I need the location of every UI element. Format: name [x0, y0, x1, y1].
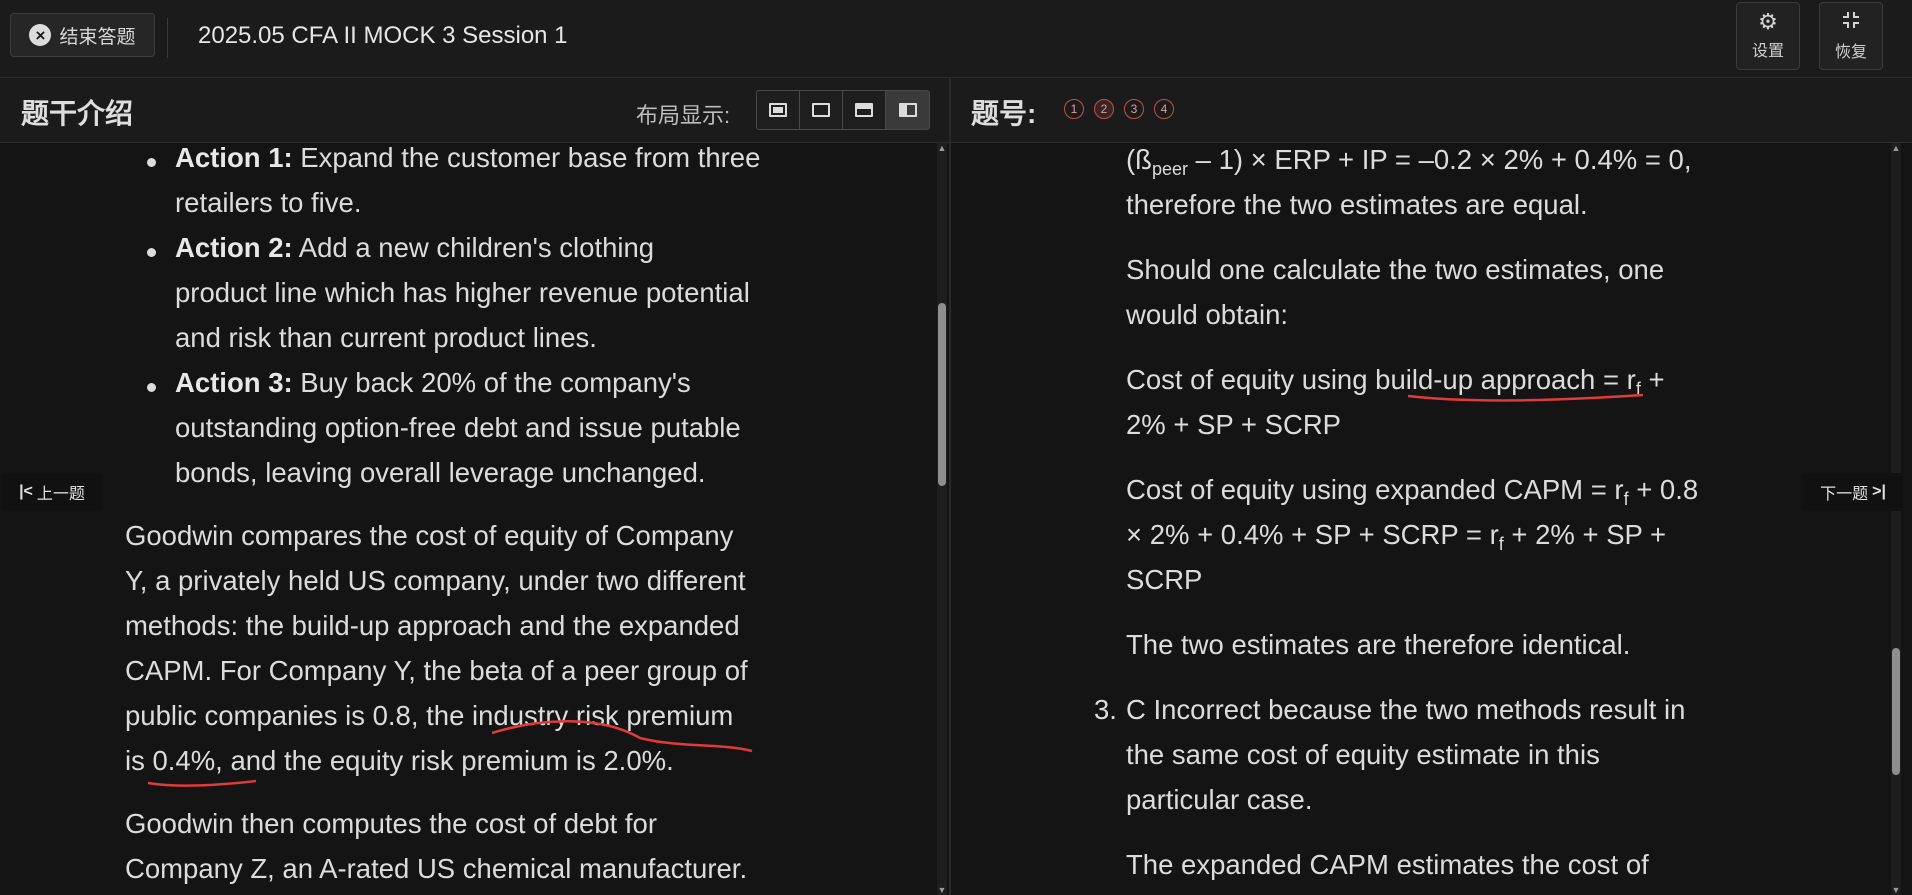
- handwritten-annotation: [147, 720, 753, 787]
- layout-full-icon: [812, 103, 830, 117]
- gear-icon: ⚙: [1758, 9, 1778, 34]
- layout-label: 布局显示:: [636, 103, 731, 128]
- layout-switcher: [756, 90, 930, 130]
- layout-option-left[interactable]: [886, 91, 929, 129]
- question-content: (ßpeer – 1) × ERP + IP = –0.2 × 2% + 0.4…: [951, 143, 1912, 895]
- settings-label: 设置: [1751, 43, 1784, 60]
- scroll-up-arrow-icon[interactable]: ▲: [937, 143, 947, 153]
- restore-button[interactable]: 恢复: [1819, 2, 1883, 70]
- top-bar: × 结束答题 2025.05 CFA II MOCK 3 Session 1 ⚙…: [0, 0, 1912, 78]
- question-number-3[interactable]: 3: [1124, 99, 1144, 119]
- exam-title: 2025.05 CFA II MOCK 3 Session 1: [198, 22, 568, 49]
- layout-card-icon: [769, 103, 787, 117]
- previous-question-button[interactable]: |< 上一题: [2, 473, 102, 511]
- exit-answering-label: 结束答题: [59, 26, 136, 48]
- stem-panel-title: 题干介绍: [21, 98, 134, 129]
- skip-previous-icon: |<: [19, 483, 33, 500]
- collapse-icon: [1841, 10, 1861, 34]
- divider: [167, 18, 168, 58]
- scroll-thumb[interactable]: [938, 303, 946, 486]
- layout-left-icon: [898, 103, 917, 117]
- scroll-down-arrow-icon[interactable]: ▼: [1891, 885, 1901, 895]
- layout-top-icon: [855, 103, 873, 117]
- paragraph-2-line: Company Z, an A-rated US chemical manufa…: [125, 853, 748, 884]
- layout-option-card[interactable]: [757, 91, 800, 129]
- next-question-button[interactable]: 下一题 >|: [1803, 473, 1903, 511]
- restore-label: 恢复: [1834, 44, 1867, 61]
- question-number-list: 1 2 3 4: [1064, 99, 1174, 119]
- question-panel-header: 题号: 1 2 3 4: [951, 78, 1912, 143]
- question-scrollbar[interactable]: ▲ ▼: [1891, 143, 1901, 895]
- question-number-2[interactable]: 2: [1094, 99, 1114, 119]
- scroll-thumb[interactable]: [1892, 648, 1900, 775]
- question-number-1[interactable]: 1: [1064, 99, 1084, 119]
- stem-scrollbar[interactable]: ▲ ▼: [937, 143, 947, 895]
- question-number-4[interactable]: 4: [1154, 99, 1174, 119]
- exit-answering-button[interactable]: × 结束答题: [10, 13, 155, 57]
- scroll-down-arrow-icon[interactable]: ▼: [937, 885, 947, 895]
- paragraph-2-line: Goodwin then computes the cost of debt f…: [125, 808, 657, 839]
- close-circle-icon: ×: [29, 24, 52, 46]
- handwritten-annotation: [1407, 393, 1644, 402]
- question-number-label: 题号:: [971, 98, 1037, 129]
- skip-next-icon: >|: [1872, 483, 1886, 500]
- scroll-up-arrow-icon[interactable]: ▲: [1891, 143, 1901, 153]
- layout-option-top[interactable]: [843, 91, 886, 129]
- layout-option-full[interactable]: [800, 91, 843, 129]
- stem-panel-header: 题干介绍 布局显示:: [0, 78, 949, 143]
- previous-question-label: 上一题: [36, 486, 85, 503]
- stem-content: Action 1: Expand the customer base from …: [0, 143, 949, 895]
- settings-button[interactable]: ⚙ 设置: [1736, 2, 1800, 70]
- next-question-label: 下一题: [1820, 486, 1869, 503]
